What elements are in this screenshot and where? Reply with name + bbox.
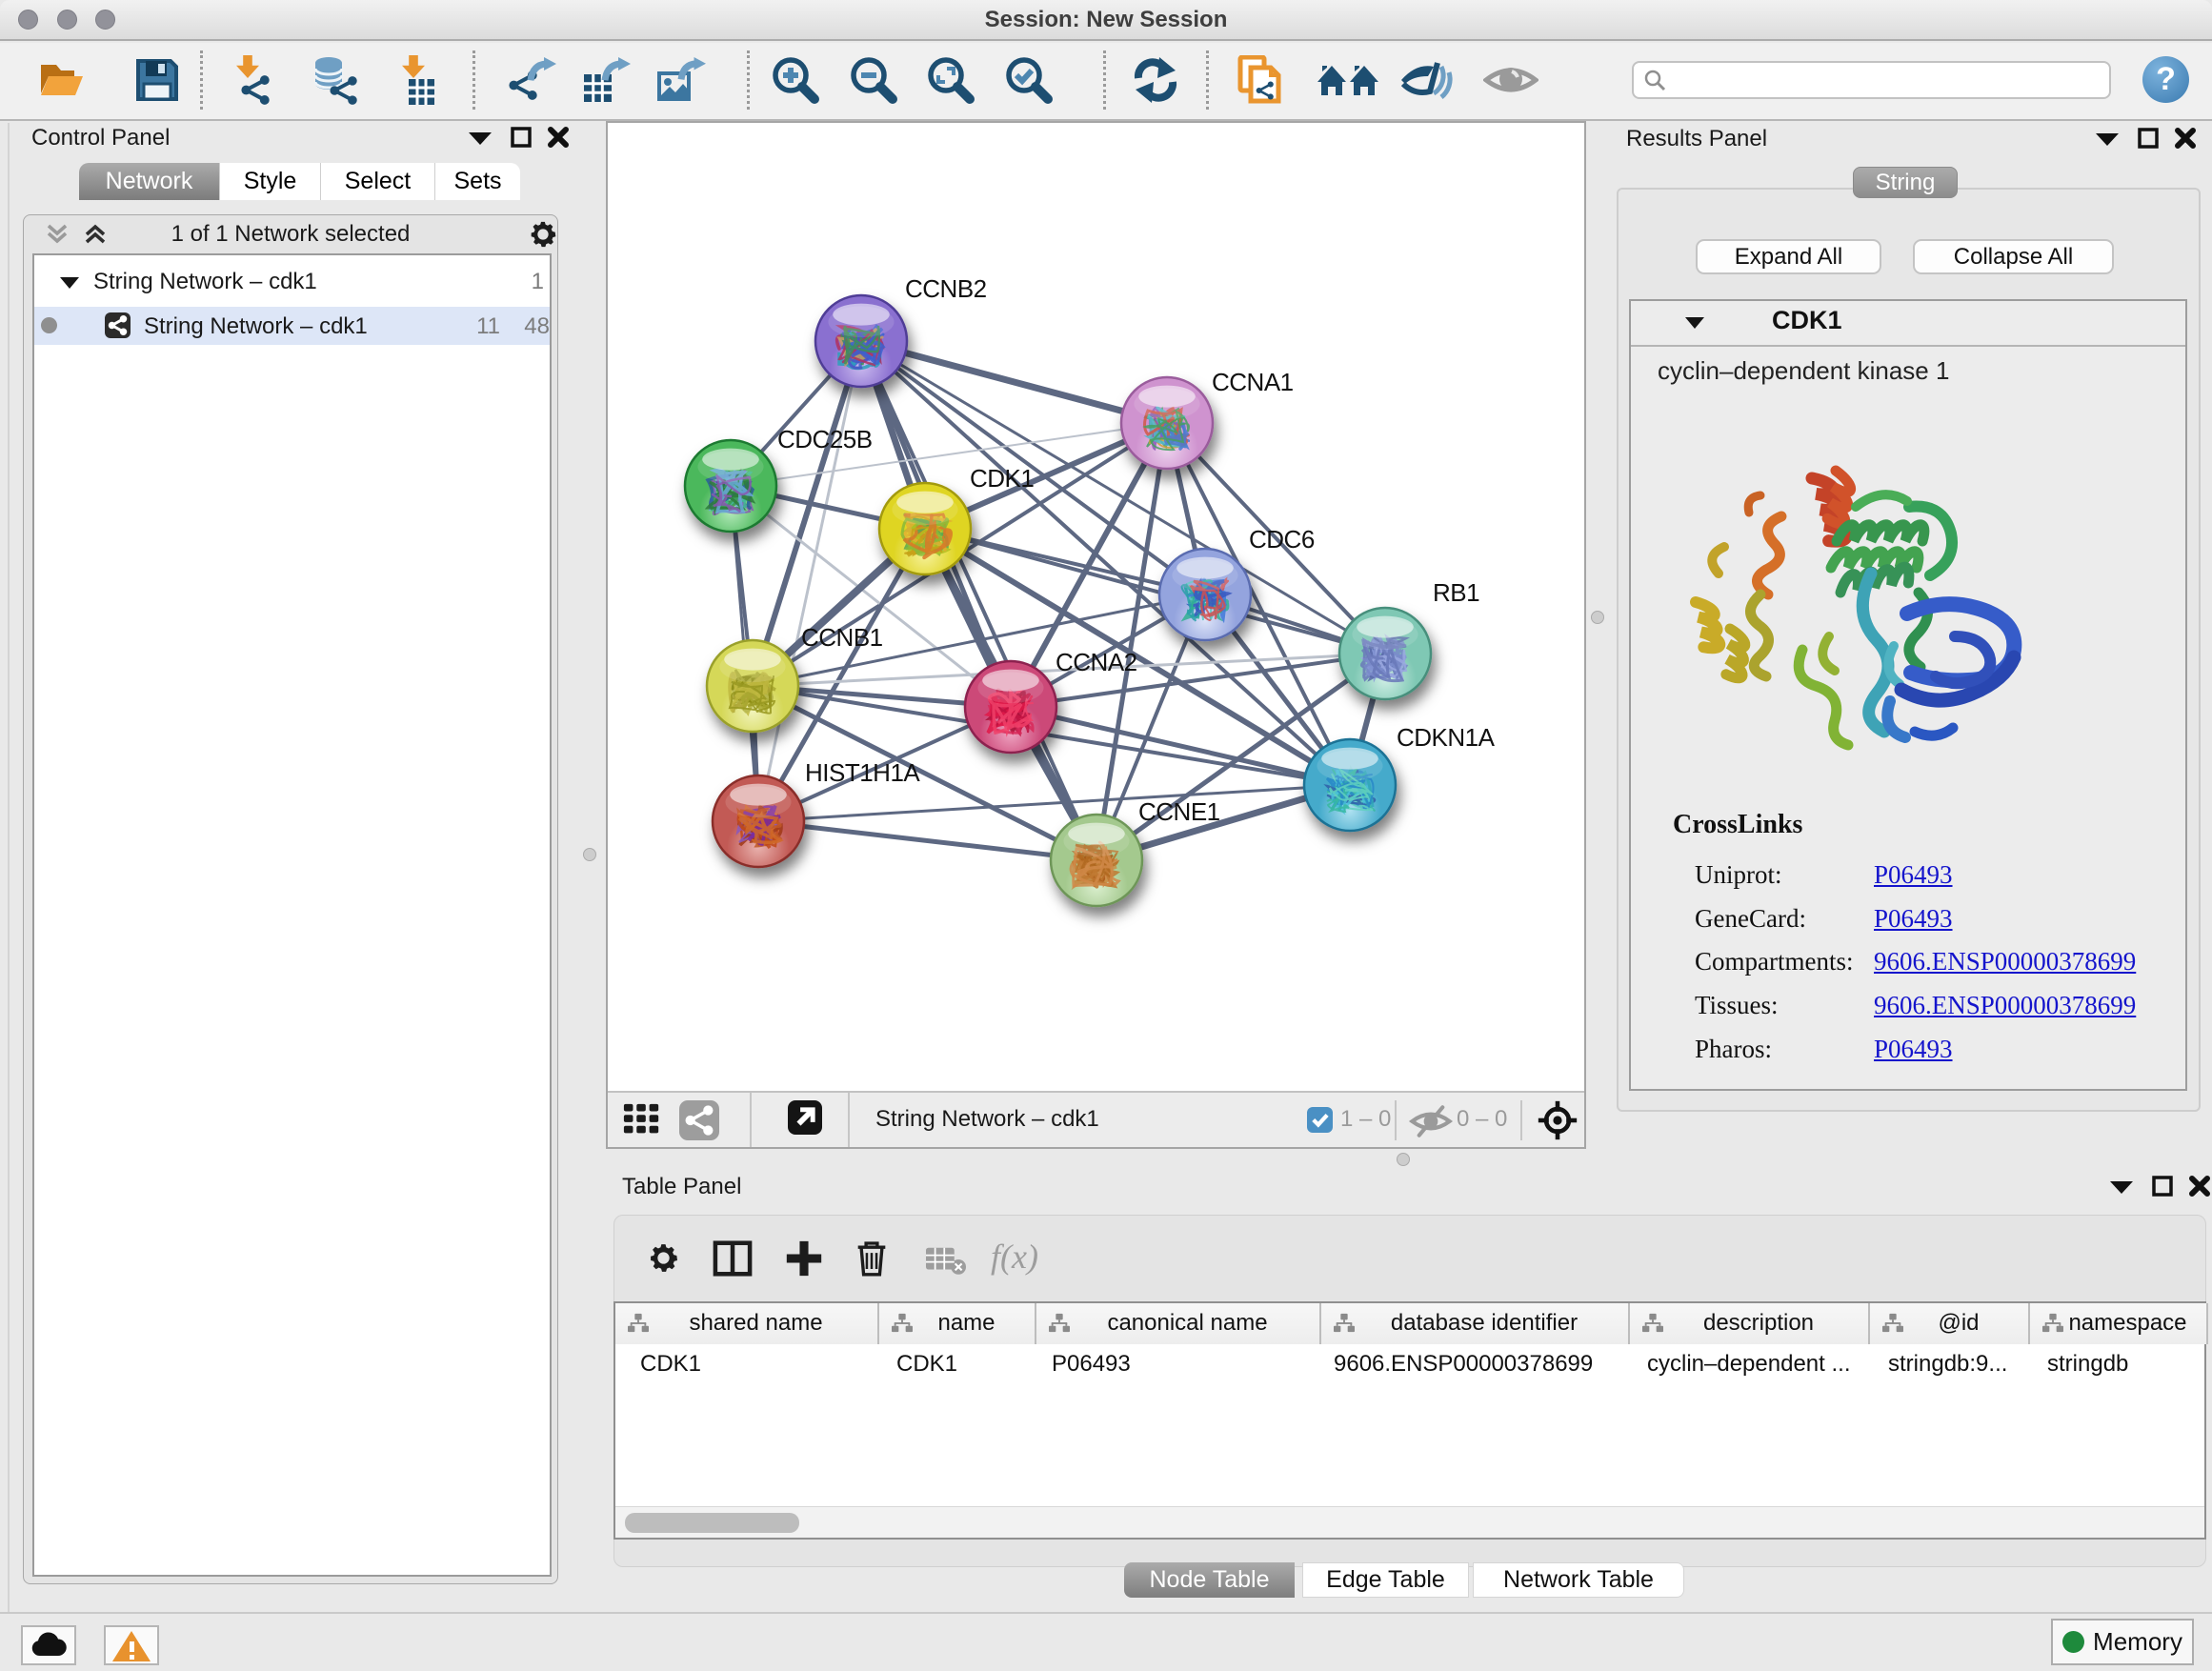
svg-text:HIST1H1A: HIST1H1A — [805, 758, 920, 787]
svg-text:CDKN1A: CDKN1A — [1397, 723, 1496, 752]
svg-text:CDK1: CDK1 — [970, 464, 1034, 493]
svg-text:CCNA2: CCNA2 — [1056, 648, 1137, 676]
svg-text:CCNE1: CCNE1 — [1138, 797, 1220, 826]
svg-text:CCNB2: CCNB2 — [905, 274, 987, 303]
svg-text:CCNA1: CCNA1 — [1212, 368, 1294, 396]
svg-text:CCNB1: CCNB1 — [801, 623, 883, 652]
svg-text:CDC6: CDC6 — [1249, 525, 1315, 554]
svg-text:RB1: RB1 — [1433, 578, 1479, 607]
svg-text:CDC25B: CDC25B — [777, 425, 873, 453]
